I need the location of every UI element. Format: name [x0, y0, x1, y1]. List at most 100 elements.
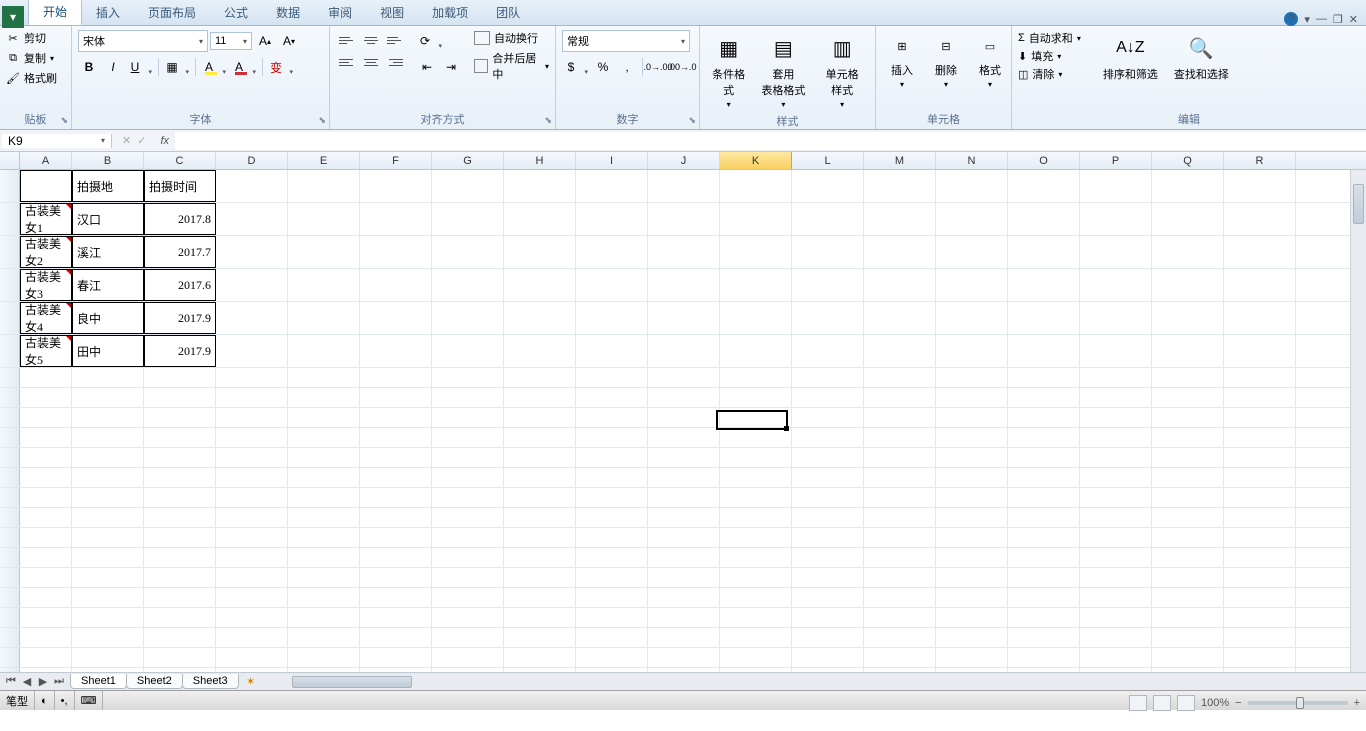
cell[interactable]: [1152, 368, 1224, 387]
cell[interactable]: [144, 608, 216, 627]
row-header[interactable]: [0, 408, 20, 427]
increase-indent-button[interactable]: ⇥: [440, 56, 462, 78]
cell[interactable]: [576, 302, 648, 334]
prev-sheet-button[interactable]: ◀: [20, 675, 34, 688]
cell[interactable]: [288, 508, 360, 527]
cell[interactable]: [720, 448, 792, 467]
row-header[interactable]: [0, 236, 20, 268]
cell[interactable]: [360, 448, 432, 467]
cell[interactable]: [792, 628, 864, 647]
cell[interactable]: [1008, 408, 1080, 427]
cell[interactable]: [936, 302, 1008, 334]
cell[interactable]: [144, 488, 216, 507]
cell[interactable]: [432, 528, 504, 547]
cell[interactable]: [792, 448, 864, 467]
cell[interactable]: [1080, 528, 1152, 547]
cell[interactable]: [792, 368, 864, 387]
cell[interactable]: [792, 170, 864, 202]
cell[interactable]: [1080, 335, 1152, 367]
cell[interactable]: [648, 368, 720, 387]
cell[interactable]: [936, 528, 1008, 547]
cell[interactable]: [1152, 548, 1224, 567]
row-header[interactable]: [0, 508, 20, 527]
row-header[interactable]: [0, 568, 20, 587]
border-button[interactable]: ▦: [163, 56, 191, 78]
cell[interactable]: 拍摄地: [72, 170, 144, 202]
row-header[interactable]: [0, 170, 20, 202]
cell[interactable]: [864, 203, 936, 235]
bold-button[interactable]: B: [78, 56, 100, 78]
cell[interactable]: [20, 568, 72, 587]
cell[interactable]: [1080, 236, 1152, 268]
cell[interactable]: [504, 408, 576, 427]
autosum-button[interactable]: Σ自动求和▾: [1018, 30, 1081, 46]
column-header[interactable]: C: [144, 152, 216, 169]
cell[interactable]: [1224, 628, 1296, 647]
cell[interactable]: [72, 548, 144, 567]
cell[interactable]: [720, 488, 792, 507]
cell[interactable]: [72, 368, 144, 387]
cell[interactable]: [20, 468, 72, 487]
cell[interactable]: [20, 408, 72, 427]
cell[interactable]: [216, 548, 288, 567]
ime-keyboard-button[interactable]: ⌨: [75, 691, 104, 710]
row-header[interactable]: [0, 588, 20, 607]
cell[interactable]: [1152, 608, 1224, 627]
column-header[interactable]: F: [360, 152, 432, 169]
cell[interactable]: [432, 368, 504, 387]
cell[interactable]: [720, 508, 792, 527]
cell[interactable]: [1224, 408, 1296, 427]
cell[interactable]: [720, 388, 792, 407]
cell[interactable]: [432, 608, 504, 627]
cell[interactable]: [432, 628, 504, 647]
cell[interactable]: [648, 628, 720, 647]
column-header[interactable]: B: [72, 152, 144, 169]
cell[interactable]: [72, 608, 144, 627]
cell[interactable]: [936, 408, 1008, 427]
cell[interactable]: [576, 468, 648, 487]
cell[interactable]: [1224, 608, 1296, 627]
column-header[interactable]: I: [576, 152, 648, 169]
cell[interactable]: [1152, 588, 1224, 607]
cell[interactable]: [792, 548, 864, 567]
cell[interactable]: [432, 170, 504, 202]
cell[interactable]: [72, 408, 144, 427]
row-header[interactable]: [0, 388, 20, 407]
cell[interactable]: [288, 428, 360, 447]
cell[interactable]: [504, 269, 576, 301]
cell[interactable]: [360, 508, 432, 527]
cell[interactable]: [1008, 388, 1080, 407]
font-color-button[interactable]: A: [230, 56, 258, 78]
cell[interactable]: [1080, 568, 1152, 587]
cell[interactable]: [504, 488, 576, 507]
cell[interactable]: [1080, 648, 1152, 667]
cell[interactable]: [1080, 269, 1152, 301]
cell[interactable]: [792, 388, 864, 407]
cell[interactable]: [432, 448, 504, 467]
decrease-font-button[interactable]: A▾: [278, 30, 300, 52]
cell[interactable]: [864, 448, 936, 467]
cell[interactable]: [432, 668, 504, 672]
cell[interactable]: [1080, 468, 1152, 487]
cell[interactable]: [288, 269, 360, 301]
cell[interactable]: [72, 668, 144, 672]
cell[interactable]: [864, 628, 936, 647]
cell[interactable]: 古装美女2: [20, 236, 72, 268]
cell[interactable]: [1152, 448, 1224, 467]
cell[interactable]: [1008, 428, 1080, 447]
dialog-launcher-icon[interactable]: ⬊: [544, 115, 552, 126]
cell[interactable]: [1008, 468, 1080, 487]
enter-formula-icon[interactable]: ✓: [137, 134, 146, 147]
horizontal-scrollbar[interactable]: [278, 675, 1366, 689]
cell[interactable]: [72, 648, 144, 667]
cell[interactable]: [720, 588, 792, 607]
cell[interactable]: [720, 468, 792, 487]
cell[interactable]: [936, 203, 1008, 235]
row-header[interactable]: [0, 448, 20, 467]
cell[interactable]: [504, 368, 576, 387]
cell[interactable]: [648, 302, 720, 334]
cell[interactable]: [648, 468, 720, 487]
next-sheet-button[interactable]: ▶: [36, 675, 50, 688]
cell[interactable]: [1224, 468, 1296, 487]
cell[interactable]: [504, 548, 576, 567]
